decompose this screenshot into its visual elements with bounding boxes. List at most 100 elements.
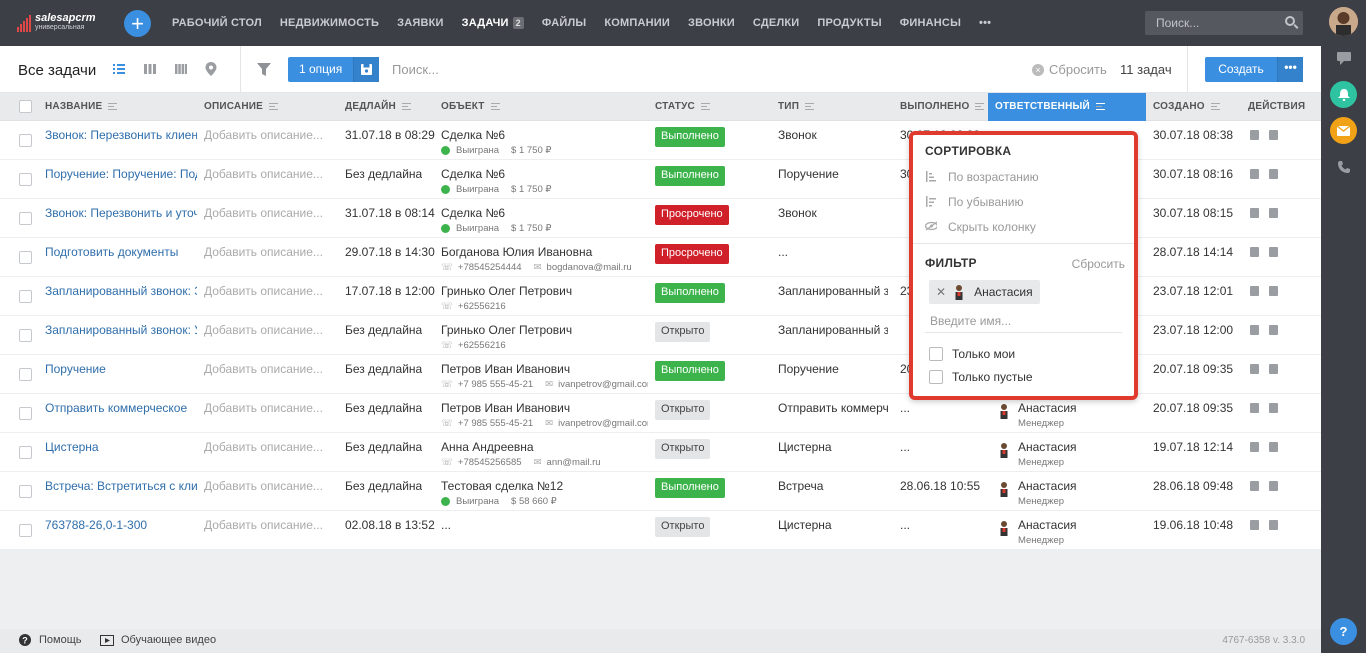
save-icon[interactable]	[353, 57, 380, 82]
row-checkbox[interactable]	[19, 446, 32, 459]
task-name-link[interactable]: Отправить коммерческое	[45, 401, 197, 415]
video-link[interactable]: Обучающее видео	[100, 634, 216, 646]
row-checkbox[interactable]	[19, 134, 32, 147]
responsible-name[interactable]: Анастасия	[1018, 401, 1077, 415]
nav-item-calls[interactable]: ЗВОНКИ	[688, 17, 735, 29]
nav-more-button[interactable]: •••	[979, 17, 991, 29]
task-description[interactable]: Добавить описание...	[204, 167, 332, 181]
archive-icon[interactable]	[1269, 520, 1278, 530]
remove-tag-icon[interactable]: ✕	[936, 285, 946, 299]
archive-icon[interactable]	[1269, 208, 1278, 218]
col-completed[interactable]: ВЫПОЛНЕНО	[900, 101, 985, 112]
task-description[interactable]: Добавить описание...	[204, 128, 332, 142]
object-name[interactable]: ...	[441, 518, 648, 532]
task-description[interactable]: Добавить описание...	[204, 401, 332, 415]
object-email[interactable]: ivanpetrov@gmail.com	[558, 418, 648, 429]
filter-reset-button[interactable]: Сбросить	[1072, 257, 1125, 271]
status-badge[interactable]: Выполнено	[655, 478, 725, 498]
create-more-button[interactable]: •••	[1277, 57, 1303, 82]
archive-icon[interactable]	[1269, 247, 1278, 257]
status-badge[interactable]: Открыто	[655, 322, 711, 342]
sort-asc-option[interactable]: По возрастанию	[925, 170, 1039, 184]
col-object[interactable]: ОБЪЕКТ	[441, 101, 500, 112]
object-name[interactable]: Анна Андреевна	[441, 440, 648, 454]
object-email[interactable]: ivanpetrov@gmail.com	[558, 379, 648, 390]
row-checkbox[interactable]	[19, 368, 32, 381]
object-name[interactable]: Сделка №6	[441, 128, 648, 142]
archive-icon[interactable]	[1269, 286, 1278, 296]
name-filter-input[interactable]: Введите имя...	[930, 314, 1011, 328]
task-name-link[interactable]: Запланированный звонок: Звонок	[45, 284, 197, 298]
object-name[interactable]: Петров Иван Иванович	[441, 362, 648, 376]
status-badge[interactable]: Выполнено	[655, 283, 725, 303]
help-icon[interactable]: ?	[1330, 618, 1357, 645]
nav-item-products[interactable]: ПРОДУКТЫ	[817, 17, 881, 29]
nav-item-desktop[interactable]: РАБОЧИЙ СТОЛ	[172, 17, 262, 29]
object-name[interactable]: Гринько Олег Петрович	[441, 284, 648, 298]
nav-item-finance[interactable]: ФИНАНСЫ	[900, 17, 961, 29]
task-description[interactable]: Добавить описание...	[204, 362, 332, 376]
nav-item-deals[interactable]: СДЕЛКИ	[753, 17, 800, 29]
delete-icon[interactable]	[1250, 208, 1259, 218]
nav-item-requests[interactable]: ЗАЯВКИ	[397, 17, 444, 29]
archive-icon[interactable]	[1269, 403, 1278, 413]
object-name[interactable]: Петров Иван Иванович	[441, 401, 648, 415]
archive-icon[interactable]	[1269, 442, 1278, 452]
col-name[interactable]: НАЗВАНИЕ	[45, 101, 118, 112]
status-badge[interactable]: Открыто	[655, 439, 711, 459]
task-name-link[interactable]: Цистерна	[45, 440, 197, 454]
task-description[interactable]: Добавить описание...	[204, 206, 332, 220]
board-view-icon[interactable]	[144, 63, 156, 75]
status-badge[interactable]: Открыто	[655, 400, 711, 420]
delete-icon[interactable]	[1250, 481, 1259, 491]
task-name-link[interactable]: Поручение: Поручение: Подготовить	[45, 167, 197, 181]
reset-filter-button[interactable]: × Сбросить	[1032, 62, 1107, 77]
delete-icon[interactable]	[1250, 364, 1259, 374]
row-checkbox[interactable]	[19, 485, 32, 498]
delete-icon[interactable]	[1250, 520, 1259, 530]
global-search-input[interactable]: Поиск...	[1145, 11, 1303, 35]
list-view-icon[interactable]	[113, 63, 125, 75]
responsible-name[interactable]: Анастасия	[1018, 479, 1077, 493]
delete-icon[interactable]	[1250, 325, 1259, 335]
object-name[interactable]: Сделка №6	[441, 167, 648, 181]
status-badge[interactable]: Просрочено	[655, 205, 729, 225]
row-checkbox[interactable]	[19, 290, 32, 303]
task-name-link[interactable]: Поручение	[45, 362, 197, 376]
object-email[interactable]: bogdanova@mail.ru	[547, 262, 632, 273]
row-checkbox[interactable]	[19, 329, 32, 342]
user-avatar[interactable]	[1329, 7, 1358, 36]
status-badge[interactable]: Выполнено	[655, 127, 725, 147]
delete-icon[interactable]	[1250, 130, 1259, 140]
archive-icon[interactable]	[1269, 130, 1278, 140]
archive-icon[interactable]	[1269, 169, 1278, 179]
responsible-name[interactable]: Анастасия	[1018, 518, 1077, 532]
table-row[interactable]: Встреча: Встретиться с клиентом Добавить …	[0, 472, 1321, 511]
task-name-link[interactable]: 763788-26,0-1-300	[45, 518, 197, 532]
only-empty-checkbox[interactable]	[929, 370, 943, 384]
phone-icon[interactable]	[1330, 153, 1357, 180]
task-name-link[interactable]: Встреча: Встретиться с клиентом	[45, 479, 197, 493]
delete-icon[interactable]	[1250, 169, 1259, 179]
only-mine-checkbox[interactable]	[929, 347, 943, 361]
status-badge[interactable]: Просрочено	[655, 244, 729, 264]
task-name-link[interactable]: Запланированный звонок: Уточнить	[45, 323, 197, 337]
archive-icon[interactable]	[1269, 325, 1278, 335]
row-checkbox[interactable]	[19, 524, 32, 537]
task-name-link[interactable]: Звонок: Перезвонить клиенту	[45, 128, 197, 142]
task-description[interactable]: Добавить описание...	[204, 518, 332, 532]
chat-icon[interactable]	[1330, 45, 1357, 72]
task-description[interactable]: Добавить описание...	[204, 479, 332, 493]
delete-icon[interactable]	[1250, 442, 1259, 452]
task-search-input[interactable]: Поиск...	[392, 62, 439, 77]
filter-icon[interactable]	[257, 63, 271, 76]
task-name-link[interactable]: Звонок: Перезвонить и уточнить	[45, 206, 197, 220]
col-description[interactable]: ОПИСАНИЕ	[204, 101, 279, 112]
nav-item-files[interactable]: ФАЙЛЫ	[542, 17, 586, 29]
status-badge[interactable]: Открыто	[655, 517, 711, 537]
task-description[interactable]: Добавить описание...	[204, 245, 332, 259]
object-name[interactable]: Гринько Олег Петрович	[441, 323, 648, 337]
col-responsible[interactable]: ОТВЕТСТВЕННЫЙ	[995, 101, 1105, 112]
task-description[interactable]: Добавить описание...	[204, 323, 332, 337]
responsible-name[interactable]: Анастасия	[1018, 440, 1077, 454]
